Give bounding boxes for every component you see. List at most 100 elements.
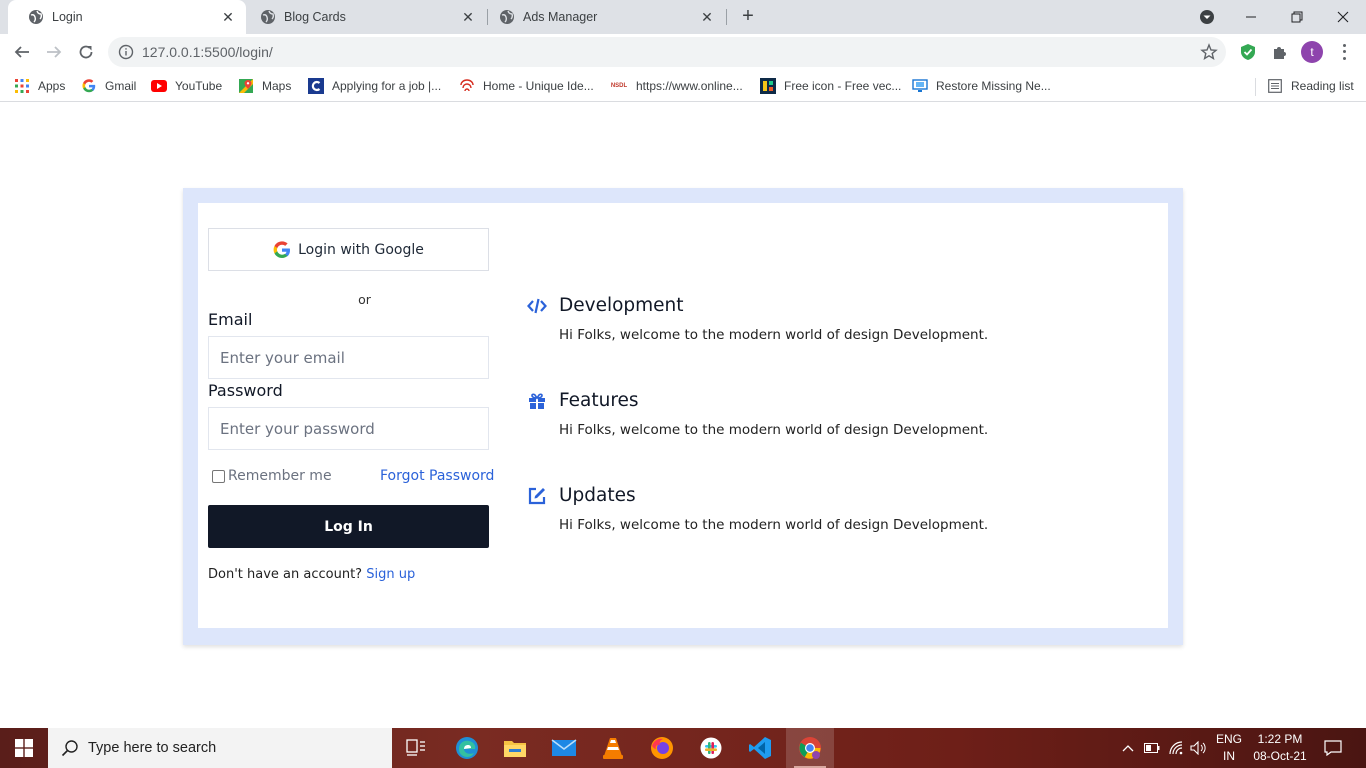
remember-me-label: Remember me [228, 468, 332, 484]
feature-title: Updates [559, 485, 636, 506]
bookmark-free-icon[interactable]: Free icon - Free vec... [760, 76, 901, 96]
page-viewport: Login with Google or Email Password Reme… [0, 103, 1366, 728]
language-indicator[interactable]: ENG IN [1212, 731, 1246, 765]
password-input[interactable] [208, 407, 489, 450]
tab-title: Blog Cards [284, 10, 346, 24]
menu-kebab-icon[interactable] [1336, 42, 1352, 62]
c-logo-icon [308, 78, 324, 94]
code-icon [527, 296, 547, 316]
bookmark-online[interactable]: NSDL https://www.online... [610, 76, 743, 96]
browser-toolbar: 127.0.0.1:5500/login/ t [0, 34, 1366, 70]
nsdl-icon: NSDL [610, 83, 628, 89]
signup-row: Don't have an account? Sign up [208, 567, 415, 582]
apps-grid-icon [14, 78, 30, 94]
bookmark-applying[interactable]: Applying for a job |... [308, 76, 441, 96]
bookmark-label: Apps [38, 79, 66, 93]
reading-list-button[interactable]: Reading list [1267, 76, 1354, 96]
mail-icon[interactable] [540, 728, 588, 768]
file-explorer-icon[interactable] [491, 728, 539, 768]
tab-login[interactable]: Login ✕ [8, 0, 246, 34]
remember-me-checkbox[interactable] [212, 469, 225, 483]
email-label: Email [208, 310, 253, 329]
youtube-icon [151, 78, 167, 94]
system-clock[interactable]: 1:22 PM 08-Oct-21 [1242, 731, 1318, 765]
bookmark-label: Gmail [105, 79, 137, 93]
email-input[interactable] [208, 336, 489, 379]
taskbar-search-box[interactable]: Type here to search [48, 728, 392, 768]
password-label: Password [208, 381, 283, 400]
extensions-puzzle-icon[interactable] [1270, 42, 1290, 62]
bookmark-star-icon[interactable] [1200, 43, 1218, 61]
restore-icon[interactable] [1274, 0, 1320, 34]
bookmark-youtube[interactable]: YouTube [151, 76, 222, 96]
close-window-icon[interactable] [1320, 0, 1366, 34]
vlc-icon[interactable] [589, 728, 637, 768]
signup-link[interactable]: Sign up [366, 567, 415, 582]
feature-description: Hi Folks, welcome to the modern world of… [559, 517, 989, 533]
signup-prompt: Don't have an account? [208, 567, 363, 582]
speaker-icon[interactable] [1188, 728, 1210, 768]
chrome-icon[interactable] [786, 728, 834, 768]
globe-icon [499, 9, 515, 25]
show-hidden-icons-chevron[interactable] [1118, 728, 1138, 768]
back-arrow-icon[interactable] [10, 40, 34, 64]
feature-description: Hi Folks, welcome to the modern world of… [559, 422, 989, 438]
tab-ads-manager[interactable]: Ads Manager ✕ [479, 0, 725, 34]
bookmarks-bar: Apps Gmail YouTube Maps Applying for a j… [0, 70, 1366, 102]
firefox-icon[interactable] [638, 728, 686, 768]
bookmark-label: https://www.online... [636, 79, 743, 93]
bookmark-apps[interactable]: Apps [14, 76, 65, 96]
close-tab-icon[interactable]: ✕ [699, 9, 715, 25]
windows-taskbar: Type here to search ENG IN 1:22 PM 08-Oc… [0, 728, 1366, 768]
slack-icon[interactable] [687, 728, 735, 768]
notifications-icon[interactable] [1318, 728, 1348, 768]
tab-strip: Login ✕ Blog Cards ✕ Ads Manager ✕ + [0, 0, 1366, 34]
bookmark-label: Applying for a job |... [332, 79, 442, 93]
taskbar-search-placeholder: Type here to search [88, 740, 217, 756]
profile-avatar[interactable]: t [1301, 41, 1323, 63]
login-frame: Login with Google or Email Password Reme… [183, 188, 1183, 645]
tab-search-icon[interactable] [1198, 8, 1216, 26]
login-button[interactable]: Log In [208, 505, 489, 548]
login-with-google-button[interactable]: Login with Google [208, 228, 489, 271]
tab-title: Login [52, 10, 83, 24]
forward-arrow-icon[interactable] [42, 40, 66, 64]
google-icon [81, 78, 97, 94]
bookmark-home-unique[interactable]: Home - Unique Ide... [459, 76, 594, 96]
clock-date: 08-Oct-21 [1253, 749, 1307, 763]
vscode-icon[interactable] [736, 728, 784, 768]
bookmark-gmail[interactable]: Gmail [81, 76, 136, 96]
battery-icon[interactable] [1142, 728, 1162, 768]
remember-me-row[interactable]: Remember me [212, 468, 332, 484]
or-divider-text: or [358, 292, 371, 307]
forgot-password-link[interactable]: Forgot Password [380, 468, 494, 484]
edge-icon[interactable] [443, 728, 491, 768]
tab-separator [726, 9, 727, 25]
bookmark-label: Restore Missing Ne... [936, 79, 1051, 93]
tab-blog-cards[interactable]: Blog Cards ✕ [240, 0, 486, 34]
freepik-icon [760, 78, 776, 94]
reload-icon[interactable] [74, 40, 98, 64]
bookmark-label: YouTube [175, 79, 223, 93]
address-bar[interactable]: 127.0.0.1:5500/login/ [108, 37, 1226, 67]
close-tab-icon[interactable]: ✕ [220, 9, 236, 25]
task-view-icon[interactable] [392, 728, 440, 768]
globe-icon [28, 9, 44, 25]
feature-description: Hi Folks, welcome to the modern world of… [559, 327, 989, 343]
bookmark-label: Maps [262, 79, 292, 93]
login-card: Login with Google or Email Password Reme… [198, 203, 1168, 628]
info-icon[interactable] [118, 44, 134, 60]
close-tab-icon[interactable]: ✕ [460, 9, 476, 25]
wifi-icon[interactable] [1166, 728, 1186, 768]
reading-list-label: Reading list [1291, 79, 1354, 93]
windows-start-icon[interactable] [0, 728, 48, 768]
bookmark-restore[interactable]: Restore Missing Ne... [912, 76, 1051, 96]
language-code: ENG [1215, 732, 1242, 746]
bookmark-maps[interactable]: Maps [238, 76, 291, 96]
shield-extension-icon[interactable] [1238, 42, 1258, 62]
new-tab-button[interactable]: + [737, 6, 759, 28]
tab-title: Ads Manager [523, 10, 598, 24]
globe-icon [260, 9, 276, 25]
minimize-icon[interactable] [1228, 0, 1274, 34]
language-region: IN [1223, 749, 1235, 763]
